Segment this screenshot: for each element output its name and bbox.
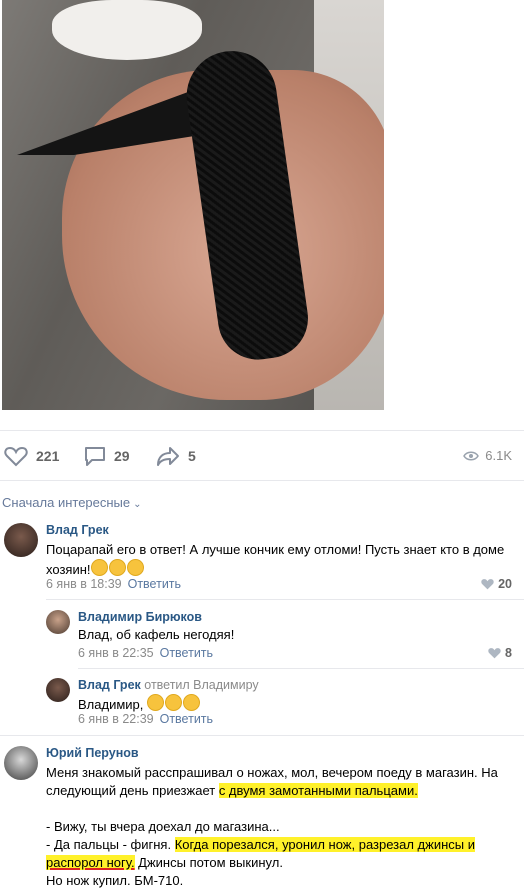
comment-line: распорол ногу. Джинсы потом выкинул.: [46, 854, 522, 872]
divider: [46, 599, 524, 600]
comment-author[interactable]: Влад Грек: [78, 678, 141, 692]
comment-button[interactable]: 29: [84, 445, 130, 467]
avatar[interactable]: [46, 678, 70, 702]
comment-text: Поцарапай его в ответ! А лучше кончик ем…: [46, 541, 516, 579]
comment-author[interactable]: Владимир Бирюков: [78, 610, 202, 624]
rofl-emoji-icon: [165, 694, 182, 711]
comment-count: 29: [114, 448, 130, 464]
reply-button[interactable]: Ответить: [128, 577, 181, 591]
rofl-emoji-icon: [108, 559, 126, 576]
comment-like-button[interactable]: 8: [488, 646, 512, 660]
comment-like-count: 8: [505, 646, 512, 660]
post-actions-bar: [0, 430, 524, 481]
comment-text-body: Владимир,: [78, 697, 144, 712]
comment-text-span: Джинсы потом выкинул.: [134, 855, 283, 870]
comment-header: Влад Грек ответил Владимиру: [78, 678, 259, 692]
views-count: 6.1K: [485, 448, 512, 463]
like-count: 221: [36, 448, 60, 464]
heart-icon: [488, 648, 501, 659]
share-button[interactable]: 5: [156, 445, 196, 467]
divider: [0, 735, 524, 736]
views-counter: 6.1K: [463, 448, 512, 463]
comment-date[interactable]: 6 янв в 18:39: [46, 577, 122, 591]
share-count: 5: [188, 448, 196, 464]
comment-meta: 6 янв в 22:35 Ответить: [78, 646, 213, 660]
comment-date[interactable]: 6 янв в 22:35: [78, 646, 154, 660]
reply-to-label[interactable]: ответил Владимиру: [144, 678, 258, 692]
comment-line: следующий день приезжает с двумя замотан…: [46, 782, 522, 800]
rofl-emoji-icon: [90, 559, 108, 576]
comment-like-button[interactable]: 20: [481, 577, 512, 591]
highlighted-text: Когда порезался, уронил нож, разрезал дж…: [174, 837, 475, 852]
comment-line: - Вижу, ты вчера доехал до магазина...: [46, 819, 280, 834]
comment-icon: [85, 447, 105, 466]
divider: [0, 480, 524, 481]
reply-button[interactable]: Ответить: [160, 646, 213, 660]
comment-meta: 6 янв в 22:39 Ответить: [78, 712, 213, 726]
post-photo[interactable]: [2, 0, 384, 410]
comment-like-count: 20: [498, 577, 512, 591]
reply-button[interactable]: Ответить: [160, 712, 213, 726]
avatar[interactable]: [46, 610, 70, 634]
comment-text: Влад, об кафель негодяя!: [78, 627, 235, 642]
chevron-down-icon: ⌄: [133, 499, 142, 510]
comment-date[interactable]: 6 янв в 22:39: [78, 712, 154, 726]
comment-text-span: - Да пальцы - фигня.: [46, 837, 175, 852]
avatar[interactable]: [4, 746, 38, 780]
comment-author[interactable]: Влад Грек: [46, 523, 109, 537]
photo-bandage: [52, 0, 202, 60]
sort-dropdown[interactable]: Сначала интересные ⌄: [2, 495, 142, 510]
comment-text-span: следующий день приезжает: [46, 783, 219, 798]
highlighted-text: с двумя замотанными пальцами.: [218, 783, 418, 798]
comment-line: - Да пальцы - фигня. Когда порезался, ур…: [46, 836, 522, 854]
rofl-emoji-icon: [126, 559, 144, 576]
heart-icon: [481, 579, 494, 590]
comment-text: Меня знакомый расспрашивал о ножах, мол,…: [46, 764, 522, 890]
heart-icon: [4, 446, 28, 467]
avatar[interactable]: [4, 523, 38, 557]
sort-label: Сначала интересные: [2, 495, 131, 510]
rofl-emoji-icon: [183, 694, 200, 711]
like-button[interactable]: 221: [4, 445, 59, 467]
divider: [78, 668, 524, 669]
eye-icon: [463, 451, 480, 460]
comment-meta: 6 янв в 18:39 Ответить: [46, 577, 181, 591]
share-icon: [157, 447, 179, 466]
comment-line: Меня знакомый расспрашивал о ножах, мол,…: [46, 765, 498, 780]
rofl-emoji-icon: [147, 694, 164, 711]
comment-line: Но нож купил. БМ-710.: [46, 873, 184, 888]
comment-author[interactable]: Юрий Перунов: [46, 746, 139, 760]
highlighted-underlined-text: распорол ногу.: [46, 855, 135, 870]
comment-text: Владимир,: [78, 694, 201, 714]
